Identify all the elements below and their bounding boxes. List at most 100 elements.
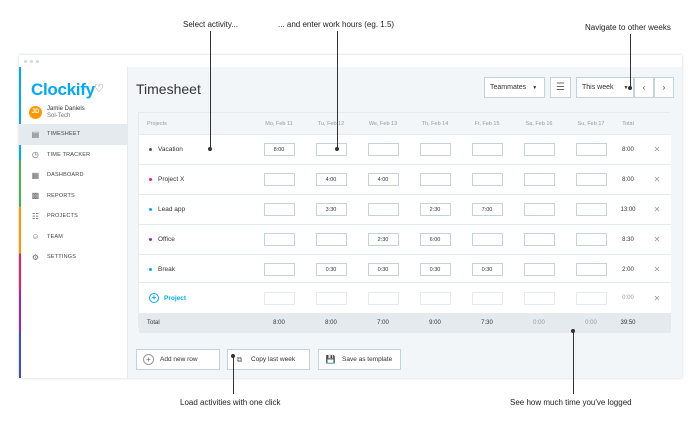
hours-input[interactable] bbox=[523, 173, 555, 186]
hour-cell bbox=[566, 195, 616, 224]
hours-input[interactable] bbox=[315, 143, 347, 156]
copy-last-week-button[interactable]: ⧉ Copy last week bbox=[227, 349, 310, 370]
sidebar-item-label: REPORTS bbox=[47, 192, 75, 199]
avatar[interactable]: JD bbox=[29, 106, 42, 119]
hour-cell bbox=[514, 225, 564, 254]
sidebar-item-projects[interactable]: ☷ PROJECTS bbox=[19, 206, 127, 227]
hours-input[interactable] bbox=[263, 173, 295, 186]
project-name[interactable]: Vacation bbox=[149, 135, 183, 164]
hours-input[interactable]: 0:30 bbox=[419, 263, 451, 276]
annotation-leader bbox=[630, 34, 631, 88]
hours-input[interactable] bbox=[263, 233, 295, 246]
column-header-day: We, Feb 13 bbox=[368, 120, 398, 127]
teammates-dropdown[interactable]: Teammates ▼ bbox=[484, 77, 545, 98]
hours-input[interactable]: 2:30 bbox=[419, 203, 451, 216]
bell-icon[interactable]: ♡ bbox=[94, 82, 104, 95]
hour-cell: 3:30 bbox=[306, 195, 356, 224]
previous-week-button[interactable]: ‹ bbox=[634, 77, 654, 98]
hours-input[interactable] bbox=[575, 203, 607, 216]
hours-input[interactable] bbox=[263, 203, 295, 216]
add-row-label: Add new row bbox=[160, 356, 198, 363]
hours-input[interactable] bbox=[575, 233, 607, 246]
annotation-pointer bbox=[335, 147, 339, 151]
project-label: Lead app bbox=[158, 206, 186, 213]
sidebar-item-reports[interactable]: ▩ REPORTS bbox=[19, 186, 127, 207]
hours-input[interactable] bbox=[315, 291, 347, 305]
sidebar-item-timesheet[interactable]: ▤ TIMESHEET bbox=[19, 124, 127, 145]
day-total: 9:00 bbox=[429, 320, 441, 326]
user-info[interactable]: Jamie Daniels Sol-Tech bbox=[47, 106, 85, 120]
hours-input[interactable] bbox=[263, 291, 295, 305]
hours-input[interactable]: 2:30 bbox=[367, 233, 399, 246]
close-icon[interactable]: ✕ bbox=[647, 135, 667, 164]
hours-input[interactable] bbox=[419, 143, 451, 156]
sidebar-item-team[interactable]: ☺ TEAM bbox=[19, 227, 127, 248]
row-total: 8:00 bbox=[622, 176, 634, 183]
hours-input[interactable] bbox=[523, 203, 555, 216]
close-icon[interactable]: ✕ bbox=[647, 255, 667, 284]
hours-input[interactable] bbox=[575, 291, 607, 305]
hour-cell bbox=[358, 135, 408, 164]
project-name[interactable]: Office bbox=[149, 225, 175, 254]
window-dot bbox=[36, 60, 39, 63]
sidebar-item-dashboard[interactable]: ▦ DASHBOARD bbox=[19, 165, 127, 186]
row-total: 0:00 bbox=[622, 295, 634, 301]
close-icon[interactable]: ✕ bbox=[647, 165, 667, 194]
list-view-button[interactable]: ☰ bbox=[550, 77, 571, 98]
project-name[interactable]: Lead app bbox=[149, 195, 185, 224]
hour-cell bbox=[410, 165, 460, 194]
hours-input[interactable] bbox=[575, 143, 607, 156]
sidebar-item-time-tracker[interactable]: ◷ TIME TRACKER bbox=[19, 145, 127, 166]
project-color-dot bbox=[149, 148, 152, 151]
next-week-button[interactable]: › bbox=[654, 77, 674, 98]
hours-input[interactable] bbox=[263, 263, 295, 276]
clockify-logo[interactable]: Clockify bbox=[31, 80, 95, 100]
project-label: Office bbox=[158, 236, 175, 243]
annotation-pointer bbox=[231, 354, 235, 358]
add-project-link[interactable]: + Project bbox=[149, 283, 186, 313]
hours-input[interactable] bbox=[471, 143, 503, 156]
project-name[interactable]: Project X bbox=[149, 165, 184, 194]
hours-input[interactable] bbox=[523, 291, 555, 305]
hours-input[interactable] bbox=[419, 291, 451, 305]
hours-input[interactable] bbox=[367, 143, 399, 156]
hour-cell bbox=[254, 255, 304, 284]
hours-input[interactable] bbox=[575, 173, 607, 186]
hour-cell: 0:30 bbox=[462, 255, 512, 284]
annotation-navigate-weeks: Navigate to other weeks bbox=[585, 23, 671, 32]
hours-input[interactable] bbox=[367, 203, 399, 216]
hours-input[interactable]: 8:00 bbox=[263, 143, 295, 156]
hours-input[interactable]: 0:30 bbox=[315, 263, 347, 276]
hours-input[interactable] bbox=[523, 263, 555, 276]
hours-input[interactable]: 0:30 bbox=[471, 263, 503, 276]
save-as-template-button[interactable]: 💾 Save as template bbox=[318, 349, 401, 370]
hours-input[interactable] bbox=[471, 173, 503, 186]
hours-input[interactable]: 4:00 bbox=[315, 173, 347, 186]
sidebar-item-settings[interactable]: ⚙ SETTINGS bbox=[19, 247, 127, 268]
hour-cell bbox=[306, 225, 356, 254]
project-name[interactable]: Break bbox=[149, 255, 175, 284]
hour-cell bbox=[254, 225, 304, 254]
close-icon[interactable]: ✕ bbox=[647, 283, 667, 313]
hours-input[interactable]: 7:00 bbox=[471, 203, 503, 216]
hours-input[interactable]: 4:00 bbox=[367, 173, 399, 186]
hours-input[interactable] bbox=[523, 143, 555, 156]
close-icon[interactable]: ✕ bbox=[647, 225, 667, 254]
save-icon: 💾 bbox=[325, 355, 336, 364]
hours-input[interactable] bbox=[367, 291, 399, 305]
hours-input[interactable] bbox=[523, 233, 555, 246]
hours-input[interactable] bbox=[575, 263, 607, 276]
hours-input[interactable]: 6:00 bbox=[419, 233, 451, 246]
close-icon[interactable]: ✕ bbox=[647, 195, 667, 224]
save-template-label: Save as template bbox=[342, 356, 393, 363]
dashboard-icon: ▦ bbox=[31, 170, 40, 180]
hours-input[interactable] bbox=[315, 233, 347, 246]
hours-input[interactable] bbox=[419, 173, 451, 186]
hour-cell bbox=[254, 283, 304, 313]
add-new-row-button[interactable]: + Add new row bbox=[136, 349, 220, 370]
hours-input[interactable] bbox=[471, 233, 503, 246]
hours-input[interactable]: 0:30 bbox=[367, 263, 399, 276]
week-picker[interactable]: This week ▼ bbox=[576, 77, 634, 98]
hours-input[interactable] bbox=[471, 291, 503, 305]
hours-input[interactable]: 3:30 bbox=[315, 203, 347, 216]
